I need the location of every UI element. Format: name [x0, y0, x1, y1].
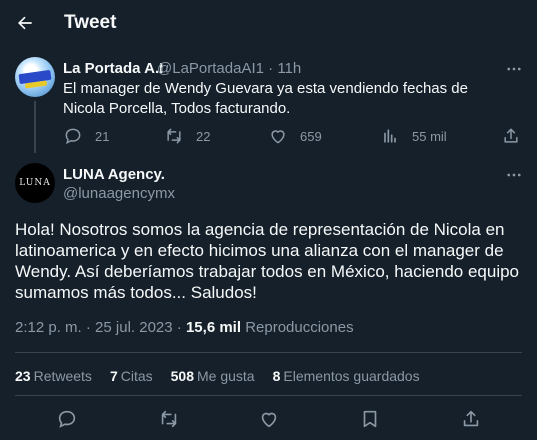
- top-bar: Tweet: [0, 0, 537, 50]
- retweet-icon: [161, 410, 177, 428]
- bookmarks-stat[interactable]: 8 Elementos guardados: [273, 368, 420, 384]
- views-count: 15,6 mil: [185, 319, 242, 336]
- tweet-time[interactable]: 2:12 p. m.: [15, 319, 82, 336]
- likes-stat[interactable]: 508 Me gusta: [171, 368, 255, 384]
- separator: ·: [85, 319, 91, 336]
- avatar[interactable]: [15, 57, 55, 97]
- reply-icon: [58, 410, 76, 428]
- page-title: Tweet: [64, 12, 117, 33]
- separator: ·: [176, 319, 182, 336]
- bookmark-button[interactable]: [358, 407, 382, 431]
- author-handle[interactable]: @LaPortadaAI1: [157, 60, 264, 77]
- divider: [15, 395, 522, 396]
- reply-count: 21: [95, 128, 110, 144]
- like-button[interactable]: [257, 407, 281, 431]
- tweet-text: Hola! Nosotros somos la agencia de repre…: [15, 220, 520, 302]
- more-icon: [507, 173, 521, 177]
- share-icon: [463, 410, 479, 427]
- quotes-stat[interactable]: 7 Citas: [110, 368, 153, 384]
- more-icon: [507, 67, 521, 71]
- retweet-button[interactable]: 22: [164, 126, 210, 146]
- more-options-button[interactable]: [503, 58, 525, 80]
- retweets-stat[interactable]: 23 Retweets: [15, 368, 92, 384]
- back-button[interactable]: [8, 6, 42, 40]
- views-label: Reproducciones: [245, 319, 354, 336]
- author-handle-time[interactable]: @LaPortadaAI1 · 11h: [157, 60, 301, 77]
- share-icon: [504, 128, 518, 143]
- author-name[interactable]: LUNA Agency.: [63, 166, 165, 183]
- heart-icon: [271, 130, 285, 144]
- retweet-icon: [167, 128, 181, 144]
- tweet-meta: 2:12 p. m. · 25 jul. 2023 · 15,6 mil Rep…: [15, 319, 354, 336]
- author-handle[interactable]: @lunaagencymx: [63, 185, 175, 202]
- bookmark-icon: [363, 410, 377, 428]
- reply-icon: [65, 128, 81, 145]
- separator: ·: [268, 60, 274, 77]
- tweet-date[interactable]: 25 jul. 2023: [95, 319, 173, 336]
- tweet-time[interactable]: 11h: [277, 60, 301, 77]
- like-count: 659: [300, 128, 322, 144]
- reply-button[interactable]: 21: [63, 126, 109, 146]
- reply-button[interactable]: [55, 407, 79, 431]
- avatar[interactable]: LUNA: [15, 163, 55, 203]
- like-button[interactable]: 659: [268, 126, 322, 146]
- retweet-button[interactable]: [157, 407, 181, 431]
- views-button[interactable]: 55 mil: [380, 126, 447, 146]
- arrow-left-icon: [18, 16, 32, 30]
- heart-icon: [261, 412, 277, 428]
- tweet-text: El manager de Wendy Guevara ya esta vend…: [63, 80, 468, 117]
- analytics-icon: [384, 129, 396, 143]
- views-count: 55 mil: [412, 128, 447, 144]
- share-button[interactable]: [501, 126, 521, 146]
- share-button[interactable]: [459, 407, 483, 431]
- author-name[interactable]: La Portada A.I: [63, 60, 163, 77]
- retweet-count: 22: [196, 128, 211, 144]
- more-options-button[interactable]: [503, 164, 525, 186]
- engagement-stats: 23 Retweets 7 Citas 508 Me gusta 8 Elementos…: [15, 368, 420, 384]
- divider: [15, 352, 522, 353]
- thread-line: [34, 101, 36, 153]
